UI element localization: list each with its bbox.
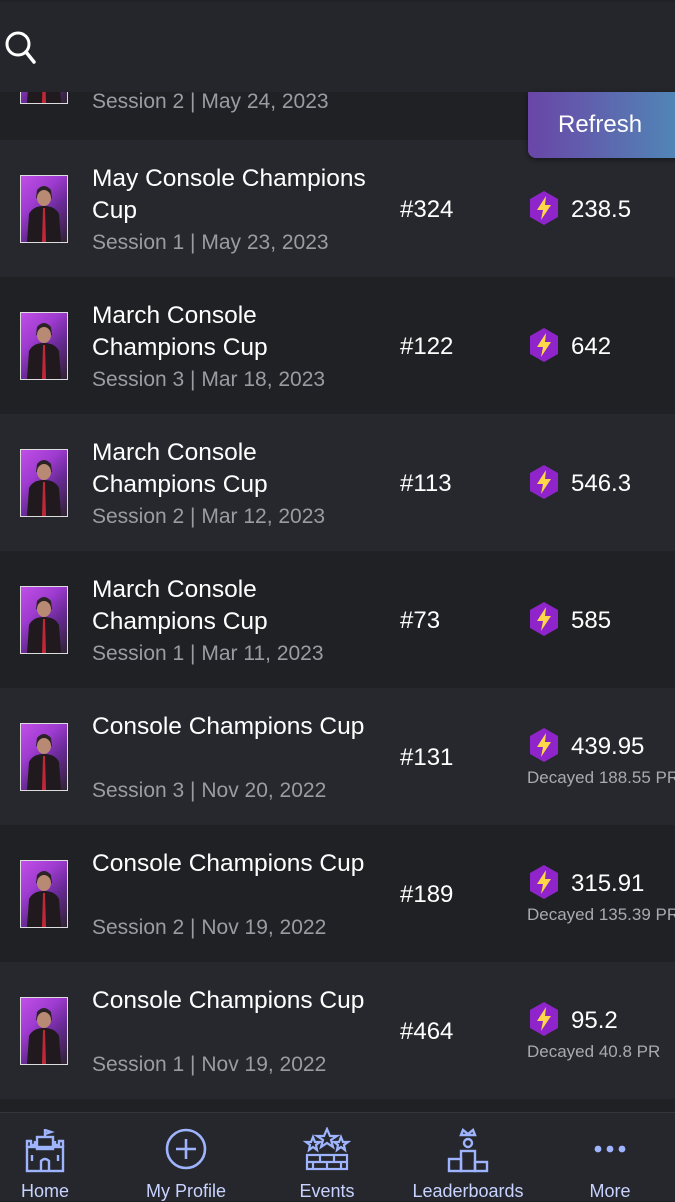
power-ranking-bolt-icon	[528, 1001, 560, 1037]
bottom-navigation: Home My Profile Events Leaderboards More	[0, 1112, 675, 1201]
nav-events[interactable]: Events	[282, 1113, 372, 1201]
event-session-date: Session 1 | May 23, 2023	[92, 231, 329, 254]
placement-rank: #113	[400, 470, 452, 497]
placement-rank: #464	[400, 1018, 454, 1045]
list-item[interactable]: May Console Champions Cup Session 1 | Ma…	[0, 140, 675, 277]
event-session-date: Session 1 | Nov 19, 2022	[92, 1053, 327, 1076]
event-title: Console Champions Cup	[92, 713, 365, 740]
search-icon[interactable]	[4, 27, 38, 69]
power-ranking-bolt-icon	[528, 601, 560, 637]
list-item[interactable]: March Console Champions Cup Session 1 | …	[0, 551, 675, 688]
event-session-date: Session 2 | Mar 12, 2023	[92, 505, 326, 528]
placement-rank: #189	[400, 881, 454, 908]
power-ranking-bolt-icon	[528, 727, 560, 763]
power-ranking-points: 642	[571, 333, 612, 360]
player-skin-thumbnail	[20, 586, 68, 654]
list-item[interactable]: Console Champions Cup Session 1 | Nov 19…	[0, 962, 675, 1099]
decayed-points: Decayed 135.39 PR	[527, 905, 675, 924]
event-session-date: Session 3 | Mar 18, 2023	[92, 368, 326, 391]
power-ranking-bolt-icon	[528, 464, 560, 500]
event-title: March Console Champions Cup	[92, 576, 268, 635]
nav-label-events: Events	[299, 1181, 355, 1201]
stars-podium-icon	[302, 1126, 352, 1178]
refresh-button[interactable]: Refresh	[528, 92, 675, 158]
event-title: March Console Champions Cup	[92, 302, 268, 361]
decayed-points: Decayed 40.8 PR	[527, 1042, 661, 1061]
power-ranking-points: 95.2	[571, 1007, 618, 1034]
decayed-points: Decayed 188.55 PR	[527, 768, 675, 787]
nav-my-profile[interactable]: My Profile	[126, 1113, 246, 1201]
more-dots-icon	[592, 1127, 628, 1176]
power-ranking-points: 439.95	[571, 733, 645, 760]
nav-more[interactable]: More	[565, 1113, 655, 1201]
event-title: Console Champions Cup	[92, 987, 365, 1014]
event-session-date: Session 1 | Mar 11, 2023	[92, 642, 324, 665]
event-history-list[interactable]: Session 2 | May 24, 2023 May Console Cha…	[0, 0, 675, 1112]
list-item[interactable]: March Console Champions Cup Session 3 | …	[0, 277, 675, 414]
castle-icon	[23, 1127, 67, 1178]
player-skin-thumbnail	[20, 312, 68, 380]
placement-rank: #122	[400, 333, 454, 360]
player-skin-thumbnail	[20, 723, 68, 791]
event-title: May Console Champions Cup	[92, 165, 366, 224]
player-skin-thumbnail	[20, 997, 68, 1065]
list-item[interactable]: Console Champions Cup Session 3 | Nov 20…	[0, 688, 675, 825]
placement-rank: #324	[400, 196, 454, 223]
power-ranking-points: 546.3	[571, 470, 632, 497]
list-item[interactable]: March Console Champions Cup Session 2 | …	[0, 414, 675, 551]
player-skin-thumbnail	[20, 860, 68, 928]
player-skin-thumbnail	[20, 175, 68, 243]
placement-rank: #73	[400, 607, 441, 634]
power-ranking-points: 585	[571, 607, 612, 634]
power-ranking-points: 315.91	[571, 870, 645, 897]
power-ranking-bolt-icon	[528, 864, 560, 900]
top-header	[0, 2, 675, 92]
nav-label-my-profile: My Profile	[145, 1181, 226, 1201]
podium-icon	[446, 1127, 490, 1178]
nav-leaderboards[interactable]: Leaderboards	[403, 1113, 533, 1201]
nav-home[interactable]: Home	[0, 1113, 90, 1201]
event-session-date: Session 2 | May 24, 2023	[92, 90, 329, 113]
power-ranking-bolt-icon	[528, 327, 560, 363]
power-ranking-points: 238.5	[571, 196, 632, 223]
event-title: Console Champions Cup	[92, 850, 365, 877]
event-title: March Console Champions Cup	[92, 439, 268, 498]
nav-label-more: More	[589, 1181, 631, 1201]
plus-circle-icon	[164, 1127, 208, 1176]
list-item[interactable]: Console Champions Cup Session 2 | Nov 19…	[0, 825, 675, 962]
player-skin-thumbnail	[20, 449, 68, 517]
power-ranking-bolt-icon	[528, 190, 560, 226]
placement-rank: #131	[400, 744, 454, 771]
nav-label-home: Home	[20, 1181, 69, 1201]
event-session-date: Session 2 | Nov 19, 2022	[92, 916, 327, 939]
nav-label-leaderboards: Leaderboards	[412, 1181, 524, 1201]
event-session-date: Session 3 | Nov 20, 2022	[92, 779, 327, 802]
